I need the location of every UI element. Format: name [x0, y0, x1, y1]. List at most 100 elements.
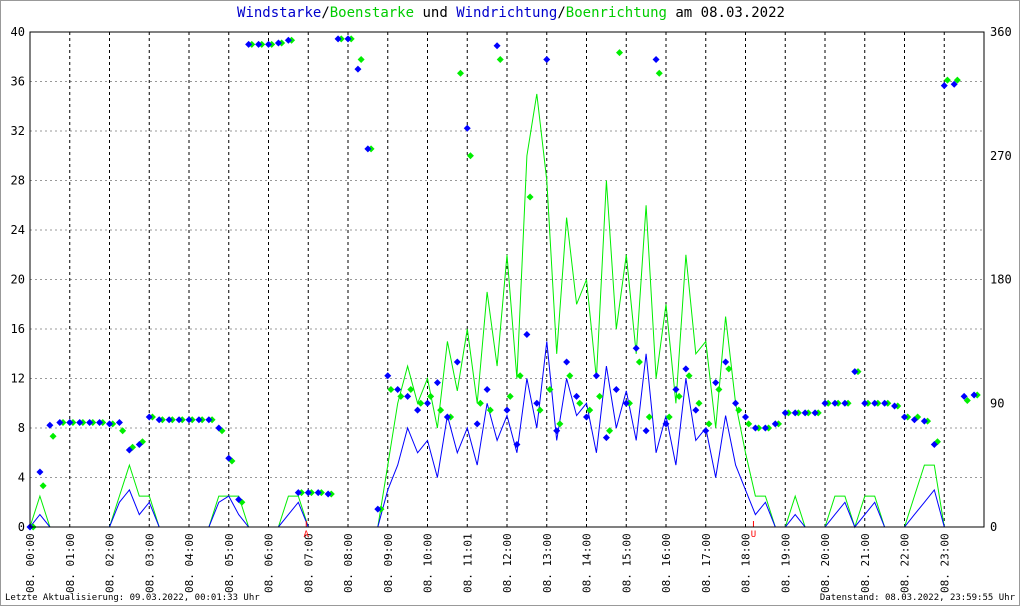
wind-direction-point: [394, 386, 402, 393]
gust-direction-point: [506, 392, 514, 400]
chart-title: Windstarke/Boenstarke und Windrichtung/B…: [1, 5, 1019, 21]
gust-direction-point: [596, 392, 604, 400]
gust-direction-point: [615, 49, 623, 57]
wind-direction-point: [463, 124, 471, 132]
x-tick-label: 08. 03:00: [143, 533, 156, 593]
gust-direction-point: [635, 358, 643, 366]
gust-direction-point: [695, 399, 703, 407]
y-tick-right: 270: [990, 149, 1012, 163]
gust-direction-point: [456, 69, 464, 77]
wind-direction-point: [493, 42, 501, 50]
gust-direction-point: [496, 56, 504, 63]
x-tick-label: 08. 04:00: [183, 533, 196, 593]
gust-direction-point: [536, 406, 544, 414]
x-tick-label: 08. 09:00: [382, 533, 395, 593]
x-tick-label: 08. 13:00: [541, 533, 554, 593]
y-tick-right: 180: [990, 273, 1012, 287]
wind-direction-point: [473, 420, 481, 428]
wind-direction-point: [46, 421, 54, 429]
title-sep: /: [557, 5, 566, 21]
gust-direction-point: [357, 56, 365, 63]
gust-direction-point: [516, 372, 524, 380]
x-tick-label: 08. 07:00: [302, 533, 315, 593]
footer-data-state: Datenstand: 08.03.2022, 23:59:55 Uhr: [819, 593, 1015, 603]
wind-direction-point: [592, 372, 600, 380]
wind-direction-point: [523, 331, 531, 338]
x-tick-label: 08. 10:00: [422, 533, 435, 593]
wind-direction-point: [573, 392, 581, 400]
title-sep: /: [321, 5, 330, 21]
wind-direction-point: [115, 419, 123, 426]
wind-direction-point: [602, 434, 610, 442]
x-tick-label: 08. 20:00: [819, 533, 832, 593]
wind-speed-line: [29, 341, 975, 528]
x-tick-label: 08. 01:00: [64, 533, 77, 593]
x-tick-label: 08. 23:00: [938, 533, 951, 593]
gust-direction-point: [556, 420, 564, 428]
sun-marker-label: U: [751, 530, 756, 540]
gust-direction-point: [49, 432, 57, 440]
y-tick-left: 4: [18, 471, 25, 485]
wind-direction-point: [642, 427, 650, 435]
x-tick-label: 08. 22:00: [899, 533, 912, 593]
footer-last-update: Letzte Aktualisierung: 09.03.2022, 00:01…: [5, 593, 260, 603]
wind-chart-panel: Windstarke/Boenstarke und Windrichtung/B…: [0, 0, 1020, 606]
gust-direction-point: [427, 392, 435, 400]
sun-marker-label: A: [304, 530, 310, 540]
y-tick-left: 28: [11, 174, 25, 188]
title-windrichtung: Windrichtung: [456, 5, 558, 21]
gust-direction-point: [576, 399, 584, 407]
gust-direction-point: [387, 386, 395, 393]
wind-direction-point: [732, 399, 740, 407]
y-tick-left: 40: [11, 25, 25, 39]
y-tick-left: 8: [18, 421, 25, 435]
wind-direction-point: [503, 406, 511, 414]
x-tick-label: 08. 11:01: [461, 533, 474, 593]
title-boenrichtung: Boenrichtung: [565, 5, 667, 21]
gust-direction-point: [466, 152, 474, 160]
wind-direction-point: [702, 427, 710, 435]
gust-direction-point: [745, 420, 753, 428]
y-tick-right: 90: [990, 396, 1004, 410]
y-tick-left: 24: [11, 223, 25, 237]
x-tick-label: 08. 00:00: [24, 533, 37, 593]
gust-direction-point: [437, 406, 445, 414]
gust-direction-point: [39, 482, 47, 490]
x-tick-label: 08. 02:00: [104, 533, 117, 593]
wind-direction-point: [543, 56, 551, 63]
wind-direction-point: [453, 358, 461, 366]
wind-direction-point: [672, 386, 680, 393]
gust-direction-point: [546, 386, 554, 393]
x-tick-label: 08. 17:00: [700, 533, 713, 593]
gust-direction-point: [655, 69, 663, 77]
wind-direction-point: [354, 65, 362, 73]
wind-direction-point: [414, 406, 422, 414]
x-tick-label: 08. 05:00: [223, 533, 236, 593]
title-date: am 08.03.2022: [666, 5, 785, 21]
x-tick-label: 08. 06:00: [263, 533, 276, 593]
x-tick-label: 08. 21:00: [859, 533, 872, 593]
y-tick-left: 36: [11, 75, 25, 89]
chart-svg: 0 4 8 12 16 20 24 28 32 36 40 0 90 180 270 360 08. 00:00…: [11, 25, 1012, 593]
y-tick-left: 0: [18, 520, 25, 534]
wind-direction-point: [712, 379, 720, 387]
x-tick-label: 08. 18:00: [740, 533, 753, 593]
x-tick-label: 08. 14:00: [581, 533, 594, 593]
gust-direction-point: [705, 420, 713, 428]
title-und: und: [414, 5, 457, 21]
wind-direction-point: [742, 413, 749, 421]
gust-direction-point: [715, 386, 723, 393]
gust-direction-point: [943, 76, 951, 84]
y-tick-left: 12: [11, 372, 25, 386]
y-tick-right: 0: [990, 520, 997, 534]
y-tick-right: 360: [990, 25, 1012, 39]
x-tick-label: 08. 12:00: [501, 533, 514, 593]
wind-direction-point: [632, 344, 640, 352]
wind-direction-point: [612, 386, 620, 393]
x-tick-label: 08. 08:00: [342, 533, 355, 593]
y-tick-left: 20: [11, 273, 25, 287]
wind-direction-point: [424, 399, 431, 407]
wind-direction-point: [404, 392, 412, 400]
x-tick-label: 08. 19:00: [779, 533, 792, 593]
title-windstarke: Windstarke: [237, 5, 322, 21]
